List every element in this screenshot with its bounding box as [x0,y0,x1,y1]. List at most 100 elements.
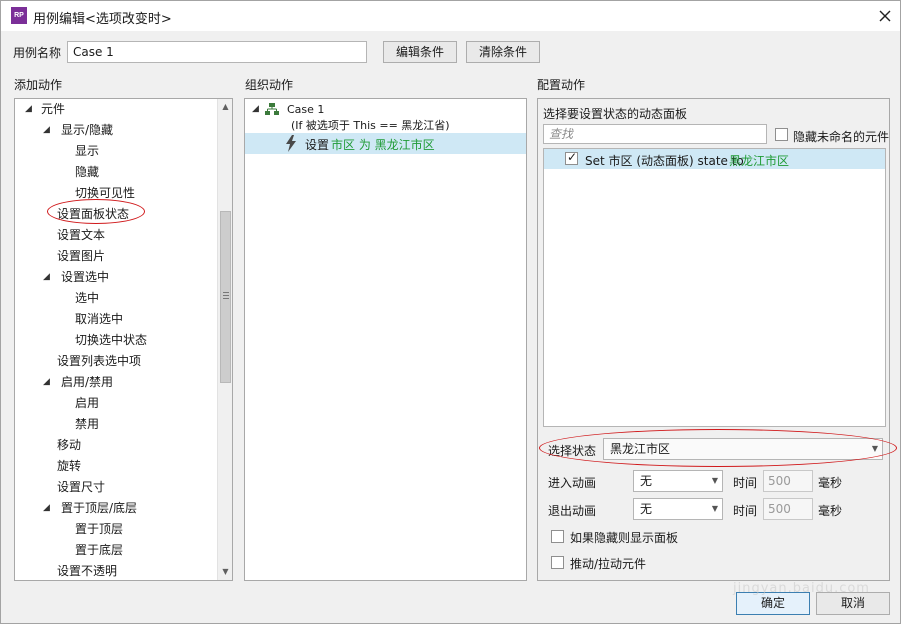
exit-time-label: 时间 [733,504,758,518]
expand-toggle-icon[interactable]: ◢ [43,120,50,141]
tree-item-label: 选中 [75,291,100,305]
tree-item-label: 显示/隐藏 [61,123,114,137]
case-name-input[interactable]: Case 1 [67,41,367,63]
enter-ms-label: 毫秒 [818,476,843,490]
exit-time-input[interactable]: 500 [763,498,813,520]
expand-toggle-icon[interactable]: ◢ [25,99,32,120]
action-row-selected[interactable]: 设置 市区 为 黑龙江市区 [245,133,526,154]
tree-item[interactable]: 选中 [15,288,215,309]
tree-item-label: 设置文本 [57,228,106,242]
panel-item-text: Set 市区 (动态面板) state to [585,154,744,168]
organize-action-panel: ◢ Case 1 (If 被选项于 This == 黑龙江省) 设置 市区 为 … [244,98,527,581]
tree-item-label: 设置图片 [57,249,106,263]
scroll-down-icon[interactable]: ▼ [218,564,232,579]
enter-time-input[interactable]: 500 [763,470,813,492]
tree-item[interactable]: 移动 [15,435,215,456]
enter-anim-label: 进入动画 [548,476,597,490]
tree-item-label: 旋转 [57,459,82,473]
tree-item-label: 禁用 [75,417,100,431]
watermark: jingyan.baidu.com [733,581,870,596]
push-pull-checkbox[interactable] [551,556,564,569]
panel-item-state: 黑龙江市区 [729,154,790,168]
expand-toggle-icon[interactable]: ◢ [43,372,50,393]
hide-unnamed-label: 隐藏未命名的元件 [793,130,890,144]
tree-item[interactable]: ◢ 设置选中 [15,267,215,288]
configure-action-panel: 选择要设置状态的动态面板 查找 隐藏未命名的元件 Set 市区 (动态面板) s… [537,98,890,581]
tree-item[interactable]: 设置不透明 [15,561,215,580]
configure-action-header: 配置动作 [537,78,586,92]
tree-item-label: 设置不透明 [57,564,118,578]
lightning-icon [286,135,296,152]
dynamic-panel-list: Set 市区 (动态面板) state to 黑龙江市区 [543,148,886,427]
panel-list-item[interactable]: Set 市区 (动态面板) state to 黑龙江市区 [544,149,885,169]
tree-item-label: 元件 [41,102,66,116]
chevron-down-icon: ▼ [871,444,878,453]
action-target: 市区 为 黑龙江市区 [331,138,435,152]
tree-item[interactable]: 置于底层 [15,540,215,561]
scrollbar-thumb[interactable] [220,211,231,383]
tree-item[interactable]: 显示 [15,141,215,162]
tree-item[interactable]: 置于顶层 [15,519,215,540]
tree-item[interactable]: ◢ 启用/禁用 [15,372,215,393]
tree-item[interactable]: ◢ 置于顶层/底层 [15,498,215,519]
tree-item-label: 切换选中状态 [75,333,148,347]
tree-item[interactable]: 启用 [15,393,215,414]
tree-item-label: 取消选中 [75,312,124,326]
show-if-hidden-checkbox[interactable] [551,530,564,543]
tree-item-label: 设置面板状态 [57,207,130,221]
case-title[interactable]: Case 1 [287,103,324,116]
tree-item-label: 设置尺寸 [57,480,106,494]
exit-anim-label: 退出动画 [548,504,597,518]
tree-item-label: 设置列表选中项 [57,354,142,368]
case-collapse-icon[interactable]: ◢ [252,99,259,120]
tree-item[interactable]: 旋转 [15,456,215,477]
clear-condition-button[interactable]: 清除条件 [466,41,540,63]
tree-item[interactable]: ◢ 元件 [15,99,215,120]
close-icon[interactable] [873,4,897,28]
exit-ms-label: 毫秒 [818,504,843,518]
case-condition: (If 被选项于 This == 黑龙江省) [291,119,450,132]
action-prefix: 设置 [305,138,330,152]
tree-item-label: 启用/禁用 [61,375,114,389]
show-if-hidden-label: 如果隐藏则显示面板 [570,531,679,545]
tree-item[interactable]: 设置文本 [15,225,215,246]
tree-item-label: 置于顶层 [75,522,124,536]
organize-action-header: 组织动作 [245,78,294,92]
add-action-header: 添加动作 [14,78,63,92]
tree-item[interactable]: 禁用 [15,414,215,435]
scroll-up-icon[interactable]: ▲ [218,99,232,114]
edit-condition-button[interactable]: 编辑条件 [383,41,457,63]
exit-anim-value: 无 [640,502,653,516]
select-state-value: 黑龙江市区 [610,442,671,456]
vertical-scrollbar[interactable]: ▲ ▼ [217,99,232,580]
tree-item[interactable]: 取消选中 [15,309,215,330]
tree-item[interactable]: ◢ 显示/隐藏 [15,120,215,141]
hide-unnamed-checkbox[interactable] [775,128,788,141]
enter-anim-value: 无 [640,474,653,488]
tree-item-label: 设置选中 [61,270,110,284]
tree-item[interactable]: 设置图片 [15,246,215,267]
exit-anim-dropdown[interactable]: 无 ▼ [633,498,723,520]
enter-anim-dropdown[interactable]: 无 ▼ [633,470,723,492]
select-state-dropdown[interactable]: 黑龙江市区 ▼ [603,438,883,460]
tree-item[interactable]: 设置尺寸 [15,477,215,498]
add-action-tree: ◢ 元件 ◢ 显示/隐藏显示隐藏切换可见性设置面板状态 设置文本设置图片 ◢ 设置选中选中取… [14,98,233,581]
case-name-label: 用例名称 [13,46,62,60]
tree-item[interactable]: 设置列表选中项 [15,351,215,372]
tree-item-label: 启用 [75,396,100,410]
tree-item[interactable]: 切换可见性 [15,183,215,204]
tree-item[interactable]: 隐藏 [15,162,215,183]
tree-item[interactable]: 切换选中状态 [15,330,215,351]
case-tree-icon [265,103,279,115]
app-rp-icon: RP [11,7,27,24]
panel-item-checkbox[interactable] [565,150,578,165]
panel-search-input[interactable]: 查找 [543,124,767,144]
tree-item-label: 显示 [75,144,100,158]
use-case-editor-dialog: RP 用例编辑<选项改变时> 用例名称 Case 1 编辑条件 清除条件 添加动… [0,0,901,624]
window-title: 用例编辑<选项改变时> [33,12,172,27]
title-bar: RP 用例编辑<选项改变时> [1,1,900,31]
expand-toggle-icon[interactable]: ◢ [43,498,50,519]
tree-item[interactable]: 设置面板状态 [15,204,215,225]
expand-toggle-icon[interactable]: ◢ [43,267,50,288]
tree-item-label: 切换可见性 [75,186,136,200]
